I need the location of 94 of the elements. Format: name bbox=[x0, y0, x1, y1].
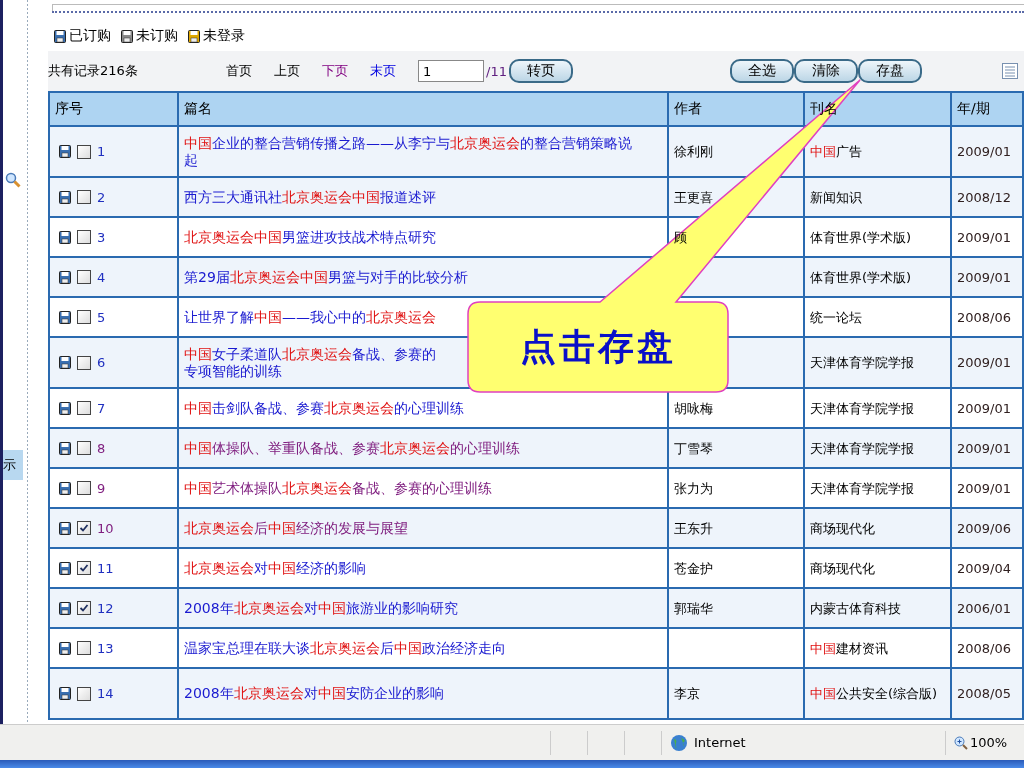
row-checkbox[interactable] bbox=[77, 521, 91, 535]
goto-page-button[interactable]: 转页 bbox=[508, 59, 573, 83]
side-tab[interactable]: 示 bbox=[3, 450, 23, 480]
author-cell: 王东升 bbox=[674, 520, 713, 536]
row-checkbox[interactable] bbox=[77, 355, 91, 370]
issue-cell: 2009/06 bbox=[957, 520, 1011, 536]
pager-link[interactable]: 下页 bbox=[322, 62, 348, 80]
row-number: 10 bbox=[97, 519, 114, 537]
journal-cell: 内蒙古体育科技 bbox=[810, 600, 901, 616]
issue-cell: 2009/01 bbox=[957, 355, 1011, 370]
author-cell: 郭瑞华 bbox=[674, 600, 713, 616]
journal-cell: 商场现代化 bbox=[810, 520, 875, 536]
row-number: 1 bbox=[97, 143, 106, 160]
zone-label: Internet bbox=[694, 735, 746, 750]
issue-cell: 2009/01 bbox=[957, 229, 1011, 245]
record-count: 共有记录216条 bbox=[48, 62, 139, 80]
author-cell: 徐利刚 bbox=[674, 144, 713, 159]
issue-cell: 2008/06 bbox=[957, 309, 1011, 325]
row-checkbox[interactable] bbox=[77, 144, 91, 159]
row-number: 2 bbox=[97, 188, 106, 206]
author-cell: 李京 bbox=[674, 686, 700, 701]
journal-cell: 体育世界(学术版) bbox=[810, 229, 912, 245]
journal-cell: 天津体育学院学报 bbox=[810, 400, 914, 416]
row-number: 6 bbox=[97, 354, 106, 371]
row-number: 9 bbox=[97, 479, 106, 497]
legend-item: 已订购 bbox=[54, 27, 111, 45]
pager-link[interactable]: 上页 bbox=[274, 62, 300, 80]
column-header: 篇名 bbox=[178, 92, 668, 126]
list-icon[interactable] bbox=[1002, 63, 1018, 79]
journal-cell: 体育世界(学术版) bbox=[810, 269, 912, 285]
journal-cell: 天津体育学院学报 bbox=[810, 440, 914, 456]
globe-icon bbox=[670, 733, 688, 752]
action-button[interactable]: 全选 bbox=[730, 59, 794, 83]
row-number: 4 bbox=[97, 268, 106, 286]
issue-cell: 2008/05 bbox=[957, 686, 1011, 701]
row-checkbox[interactable] bbox=[77, 190, 91, 204]
row-number: 13 bbox=[97, 639, 114, 657]
journal-cell: 商场现代化 bbox=[810, 560, 875, 576]
article-title-link[interactable]: 北京奥运会对中国经济的影响 bbox=[184, 559, 386, 577]
row-checkbox[interactable] bbox=[77, 401, 91, 415]
row-checkbox[interactable] bbox=[77, 441, 91, 455]
issue-cell: 2008/12 bbox=[957, 189, 1011, 205]
zoom-icon[interactable] bbox=[954, 735, 968, 750]
issue-cell: 2008/06 bbox=[957, 640, 1011, 656]
row-checkbox[interactable] bbox=[77, 601, 91, 615]
author-cell: 丁雪琴 bbox=[674, 440, 713, 456]
row-checkbox[interactable] bbox=[77, 641, 91, 655]
journal-cell: 统一论坛 bbox=[810, 309, 862, 325]
pager-link[interactable]: 首页 bbox=[226, 62, 252, 80]
journal-cell: 中国建材资讯 bbox=[810, 640, 888, 656]
issue-cell: 2009/01 bbox=[957, 480, 1011, 496]
row-number: 14 bbox=[97, 685, 114, 702]
row-number: 3 bbox=[97, 228, 106, 246]
row-checkbox[interactable] bbox=[77, 686, 91, 701]
issue-cell: 2009/01 bbox=[957, 269, 1011, 285]
row-number: 12 bbox=[97, 599, 114, 617]
author-cell: 顾 bbox=[674, 229, 687, 245]
row-checkbox[interactable] bbox=[77, 230, 91, 244]
legend-item: 未订购 bbox=[121, 27, 178, 45]
legend-item: 未登录 bbox=[188, 27, 245, 45]
journal-cell: 天津体育学院学报 bbox=[810, 480, 914, 496]
issue-cell: 2006/01 bbox=[957, 600, 1011, 616]
row-checkbox[interactable] bbox=[77, 270, 91, 284]
page-input[interactable]: 1 bbox=[418, 60, 484, 82]
issue-cell: 2009/04 bbox=[957, 560, 1011, 576]
author-cell: 胡咏梅 bbox=[674, 400, 713, 416]
action-button[interactable]: 存盘 bbox=[858, 59, 922, 83]
row-checkbox[interactable] bbox=[77, 481, 91, 495]
article-title-link[interactable]: 2008年北京奥运会对中国安防企业的影响 bbox=[184, 685, 464, 702]
issue-cell: 2009/01 bbox=[957, 144, 1011, 159]
pager-link[interactable]: 末页 bbox=[370, 62, 396, 80]
row-number: 5 bbox=[97, 308, 106, 326]
author-cell: 苍金护 bbox=[674, 560, 713, 576]
page-total: /11 bbox=[486, 63, 507, 79]
row-number: 11 bbox=[97, 559, 114, 577]
action-button[interactable]: 清除 bbox=[794, 59, 858, 83]
row-checkbox[interactable] bbox=[77, 310, 91, 324]
column-header: 作者 bbox=[668, 92, 804, 126]
column-header: 年/期 bbox=[951, 92, 1023, 126]
author-cell: 张力为 bbox=[674, 480, 713, 496]
zoom-level[interactable]: 100% bbox=[970, 735, 1008, 750]
journal-cell: 新闻知识 bbox=[810, 189, 862, 205]
row-checkbox[interactable] bbox=[77, 561, 91, 575]
journal-cell: 天津体育学院学报 bbox=[810, 355, 914, 370]
issue-cell: 2009/01 bbox=[957, 400, 1011, 416]
journal-cell: 中国公共安全(综合版) bbox=[810, 686, 938, 701]
callout-text: 点击存盘 bbox=[519, 323, 677, 369]
issue-cell: 2009/01 bbox=[957, 440, 1011, 456]
row-number: 7 bbox=[97, 399, 106, 417]
row-number: 8 bbox=[97, 439, 106, 457]
author-cell: 王更喜 bbox=[674, 189, 713, 205]
search-icon[interactable] bbox=[5, 172, 21, 188]
journal-cell: 中国广告 bbox=[810, 144, 862, 159]
column-header: 序号 bbox=[49, 92, 178, 126]
